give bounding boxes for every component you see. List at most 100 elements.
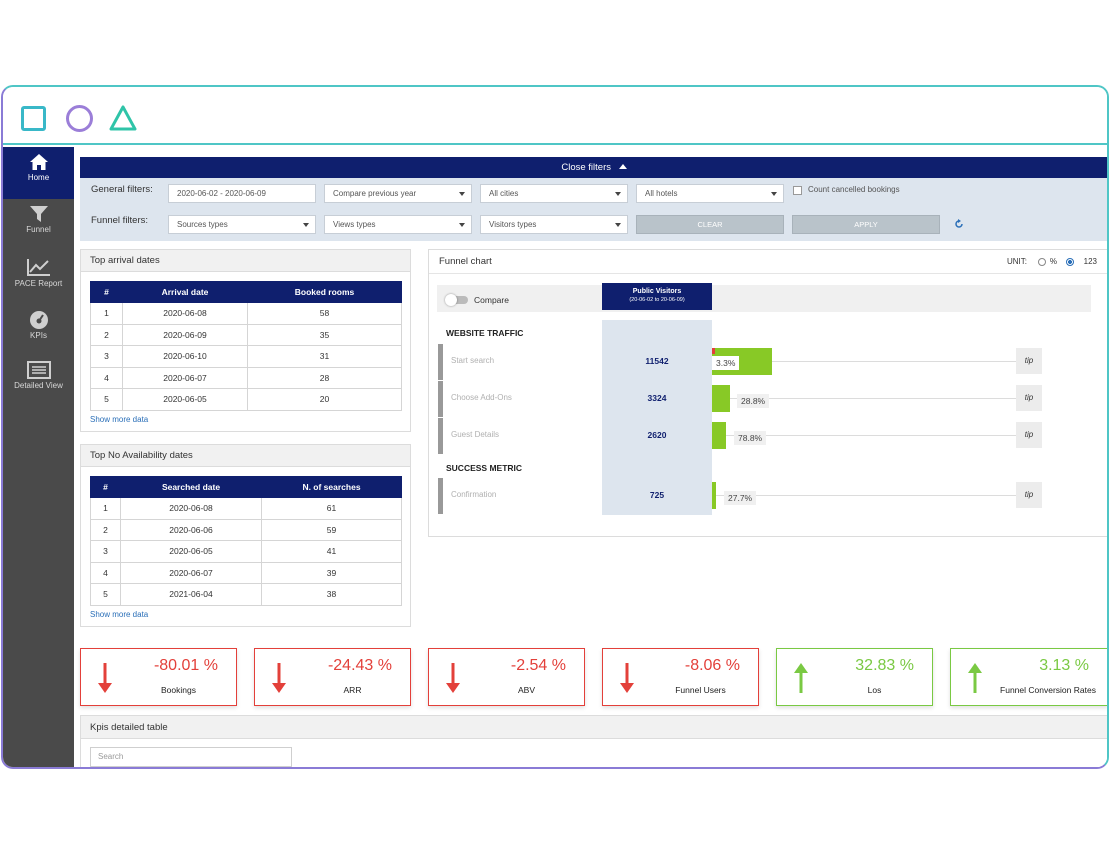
- hotels-value: All hotels: [645, 189, 678, 198]
- stage-marker: [438, 478, 443, 514]
- clear-button[interactable]: CLEAR: [636, 215, 784, 234]
- unit-number-radio[interactable]: [1066, 258, 1074, 266]
- card-title: Funnel chart: [439, 256, 492, 267]
- window-header: [3, 87, 1107, 145]
- table-row: 3 2020-06-10 31: [90, 345, 402, 368]
- chevron-down-icon: [459, 192, 465, 196]
- kpi-value: 3.13 %: [1039, 657, 1089, 674]
- stage-percent: 28.8%: [737, 394, 770, 408]
- close-filters-toggle[interactable]: Close filters: [80, 157, 1107, 178]
- caret-up-icon: [618, 164, 627, 169]
- stage-label: Choose Add-Ons: [451, 393, 512, 402]
- close-filters-label: Close filters: [561, 162, 611, 173]
- card-title: Top arrival dates: [81, 250, 410, 272]
- no-availability-table: # Searched date N. of searches 1 2020-06-…: [90, 476, 402, 606]
- sources-select[interactable]: Sources types: [168, 215, 316, 234]
- arrow-down-icon: [446, 663, 460, 693]
- tip-button[interactable]: tip: [1016, 422, 1042, 448]
- stage-marker: [438, 381, 443, 417]
- views-select[interactable]: Views types: [324, 215, 472, 234]
- kpi-value: -8.06 %: [684, 657, 740, 674]
- stage-marker: [438, 344, 443, 380]
- column-header: #: [90, 476, 121, 498]
- show-more-link[interactable]: Show more data: [90, 610, 148, 619]
- stage-value: 3324: [647, 393, 667, 403]
- chevron-down-icon: [303, 223, 309, 227]
- kpi-card-funnel-users: -8.06 % Funnel Users: [602, 648, 759, 706]
- cities-select[interactable]: All cities: [480, 184, 628, 203]
- general-filters-label: General filters:: [91, 184, 153, 195]
- kpi-label: ARR: [343, 685, 362, 695]
- gauge-icon: [29, 311, 48, 329]
- public-visitors-column: [602, 320, 712, 515]
- hotels-select[interactable]: All hotels: [636, 184, 784, 203]
- compare-toggle[interactable]: [445, 294, 468, 306]
- arrow-down-icon: [272, 663, 286, 693]
- tip-button[interactable]: tip: [1016, 482, 1042, 508]
- unit-label: UNIT:: [1007, 257, 1027, 266]
- kpi-label: Funnel Users: [675, 685, 726, 695]
- chevron-down-icon: [459, 223, 465, 227]
- stage-line: [712, 495, 1017, 496]
- sidebar-item-kpis[interactable]: KPIs: [3, 303, 74, 355]
- stage-value: 2620: [647, 430, 667, 440]
- visitors-select[interactable]: Visitors types: [480, 215, 628, 234]
- stage-marker: [438, 418, 443, 454]
- stage-bar: [712, 422, 726, 449]
- sidebar: Home Funnel PACE Report KPIs Detailed Vi…: [3, 147, 74, 767]
- arrow-up-icon: [968, 663, 982, 693]
- date-range-input[interactable]: 2020-06-02 - 2020-06-09: [168, 184, 316, 203]
- funnel-filters-label: Funnel filters:: [91, 215, 149, 226]
- count-cancelled-label: Count cancelled bookings: [808, 185, 900, 194]
- search-input[interactable]: Search: [90, 747, 292, 767]
- table-row: 3 2020-06-05 41: [90, 540, 402, 563]
- sidebar-item-home[interactable]: Home: [3, 147, 74, 199]
- unit-percent-radio[interactable]: [1038, 258, 1046, 266]
- funnel-header: Funnel chart UNIT: % 123: [429, 250, 1107, 274]
- table-row: 1 2020-06-08 61: [90, 497, 402, 520]
- app: Home Funnel PACE Report KPIs Detailed Vi…: [3, 147, 1107, 767]
- stage-label: Guest Details: [451, 430, 500, 439]
- chevron-down-icon: [771, 192, 777, 196]
- stage-percent: 78.8%: [734, 431, 767, 445]
- sidebar-item-funnel[interactable]: Funnel: [3, 199, 74, 251]
- kpi-card-arr: -24.43 % ARR: [254, 648, 411, 706]
- table-row: 5 2021-06-04 38: [90, 583, 402, 606]
- table-row: 5 2020-06-05 20: [90, 388, 402, 411]
- top-arrival-dates-card: Top arrival dates # Arrival date Booked …: [80, 249, 411, 432]
- unit-percent-label: %: [1049, 257, 1057, 266]
- kpi-label: ABV: [517, 685, 535, 695]
- show-more-link[interactable]: Show more data: [90, 415, 148, 424]
- tip-button[interactable]: tip: [1016, 348, 1042, 374]
- kpi-value: -80.01 %: [153, 657, 218, 674]
- refresh-icon[interactable]: [954, 219, 964, 229]
- triangle-icon: [109, 105, 137, 131]
- sources-value: Sources types: [177, 220, 228, 229]
- square-icon: [21, 106, 46, 131]
- kpi-card-funnel-conversion: 3.13 % Funnel Conversion Rates: [950, 648, 1107, 706]
- card-title: Top No Availability dates: [81, 445, 410, 467]
- stage-label: Start search: [451, 356, 495, 365]
- circle-icon: [66, 105, 93, 132]
- count-cancelled-checkbox[interactable]: [793, 186, 802, 195]
- sidebar-item-label: Detailed View: [14, 381, 63, 390]
- kpi-value: -24.43 %: [327, 657, 392, 674]
- sidebar-item-pace-report[interactable]: PACE Report: [3, 251, 74, 303]
- list-icon: [26, 361, 51, 379]
- stage-label: Confirmation: [451, 490, 497, 499]
- arrow-down-icon: [620, 663, 634, 693]
- cities-value: All cities: [489, 189, 519, 198]
- column-title: Public Visitors: [632, 288, 682, 295]
- card-title: Kpis detailed table: [81, 716, 1107, 739]
- column-range: (20-06-02 to 20-06-09): [629, 297, 685, 303]
- apply-button[interactable]: APPLY: [792, 215, 940, 234]
- compare-select[interactable]: Compare previous year: [324, 184, 472, 203]
- funnel-chart-card: Funnel chart UNIT: % 123 Compare Public …: [428, 249, 1107, 537]
- table-row: 2 2020-06-06 59: [90, 518, 402, 541]
- unit-number-label: 123: [1083, 257, 1097, 266]
- kpi-label: Bookings: [161, 685, 196, 695]
- tip-button[interactable]: tip: [1016, 385, 1042, 411]
- chart-line-icon: [26, 259, 50, 276]
- sidebar-item-detailed-view[interactable]: Detailed View: [3, 355, 74, 407]
- compare-row: [437, 285, 1091, 312]
